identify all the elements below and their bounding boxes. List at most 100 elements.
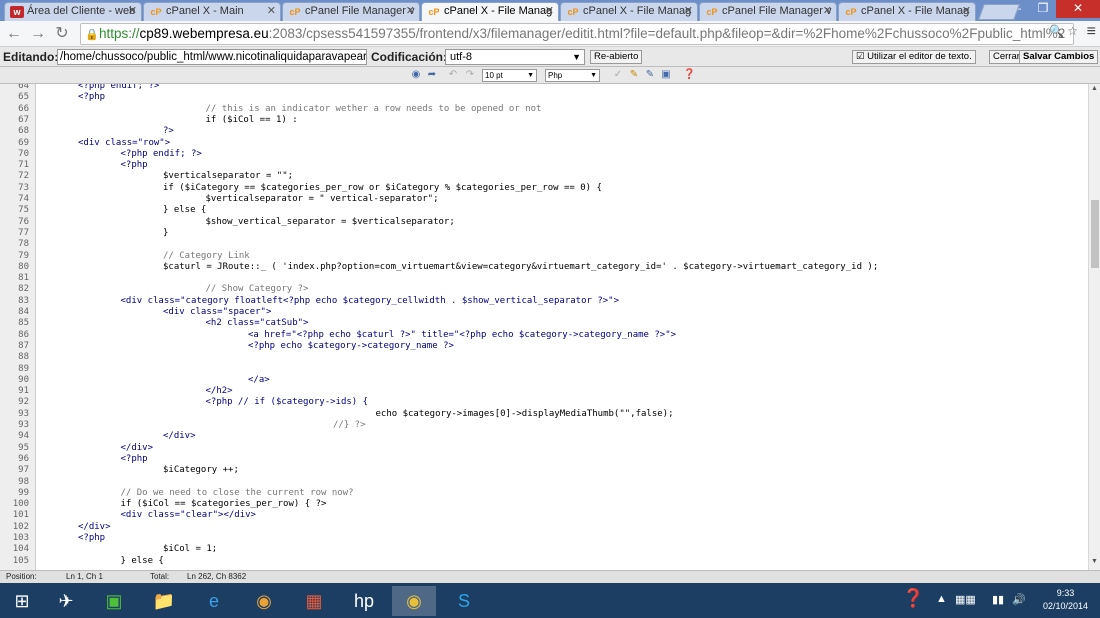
close-tab-icon[interactable]: ✕ xyxy=(823,3,832,20)
browser-tab[interactable]: cP cPanel X - Main ✕ xyxy=(143,2,281,21)
clock[interactable]: 9:33 02/10/2014 xyxy=(1043,587,1088,613)
skype-icon[interactable]: S xyxy=(442,586,486,616)
browser-tab[interactable]: cP cPanel File Manager v ✕ xyxy=(699,2,837,21)
goto-icon[interactable]: ➦ xyxy=(426,69,438,81)
code-line[interactable]: 86 <a href="<?php echo $caturl ?>" title=… xyxy=(0,330,1088,341)
rocket-app-icon[interactable]: ✈ xyxy=(44,586,88,616)
code-line[interactable]: 83 <div class="category floatleft<?php ec… xyxy=(0,296,1088,307)
code-line[interactable]: 87 <?php echo $category->category_name ?> xyxy=(0,341,1088,352)
close-tab-icon[interactable]: ✕ xyxy=(684,3,693,20)
vertical-scrollbar[interactable]: ▲ ▼ xyxy=(1088,84,1100,570)
reopen-button[interactable]: Re-abierto xyxy=(590,50,643,64)
code-line[interactable]: 97 $iCategory ++; xyxy=(0,465,1088,476)
code-line[interactable]: 101 <div class="clear"></div> xyxy=(0,510,1088,521)
code-line[interactable]: 67 if ($iCol == 1) : xyxy=(0,115,1088,126)
scroll-up-icon[interactable]: ▲ xyxy=(1089,85,1100,92)
code-line[interactable]: 102 </div> xyxy=(0,522,1088,533)
code-line[interactable]: 81 xyxy=(0,273,1088,284)
code-line[interactable]: 75} else { xyxy=(0,205,1088,216)
code-line[interactable]: 80 $caturl = JRoute::_ ( 'index.php?optio… xyxy=(0,262,1088,273)
save-button[interactable]: Salvar Cambios xyxy=(1019,50,1099,64)
file-explorer-icon[interactable]: 📁 xyxy=(142,586,186,616)
browser-tab[interactable]: w Área del Cliente - web ✕ xyxy=(4,2,142,21)
file-path-field[interactable]: /home/chussoco/public_html/www.nicotinal… xyxy=(57,49,367,65)
back-icon[interactable]: ← xyxy=(4,24,24,44)
encoding-select[interactable]: utf-8 ▼ xyxy=(445,49,585,65)
syntax-select[interactable]: Php ▼ xyxy=(545,69,600,82)
help-tray-icon[interactable]: ❓ xyxy=(902,588,924,609)
highlight-icon[interactable]: ✓ xyxy=(612,69,624,81)
code-line[interactable]: 66 // this is an indicator wether a row n… xyxy=(0,104,1088,115)
internet-explorer-icon[interactable]: e xyxy=(192,586,236,616)
code-line[interactable]: 79 // Category Link xyxy=(0,251,1088,262)
code-line[interactable]: 77} xyxy=(0,228,1088,239)
code-line[interactable]: 64 <?php endif; ?> xyxy=(0,84,1088,92)
close-tab-icon[interactable]: ✕ xyxy=(545,3,554,20)
code-line[interactable]: 88 xyxy=(0,352,1088,363)
maximize-icon[interactable]: ❐ xyxy=(1030,0,1056,18)
close-tab-icon[interactable]: ✕ xyxy=(267,3,276,20)
code-line[interactable]: 105} else { xyxy=(0,556,1088,567)
scrollbar-thumb[interactable] xyxy=(1091,200,1099,268)
font-size-select[interactable]: 10 pt ▼ xyxy=(482,69,537,82)
code-line[interactable]: 72 $verticalseparator = ""; xyxy=(0,171,1088,182)
code-line[interactable]: 74 $verticalseparator = " vertical-separa… xyxy=(0,194,1088,205)
close-tab-icon[interactable]: ✕ xyxy=(962,3,971,20)
chevron-up-icon[interactable]: ▲ xyxy=(936,593,947,605)
media-app-icon[interactable]: ◉ xyxy=(242,586,286,616)
code-line[interactable]: 73 if ($iCategory == $categories_per_row … xyxy=(0,183,1088,194)
use-text-editor-button[interactable]: ☑ Utilizar el editor de texto. xyxy=(852,50,976,64)
hp-icon[interactable]: hp xyxy=(342,586,386,616)
code-line[interactable]: 100 if ($iCol == $categories_per_row) { ?… xyxy=(0,499,1088,510)
network-icon[interactable]: ▮▮ xyxy=(992,593,1004,606)
volume-icon[interactable]: 🔊 xyxy=(1012,593,1026,606)
reload-icon[interactable]: ↻ xyxy=(52,24,72,44)
tray-apps-icon[interactable]: ▦▦ xyxy=(955,593,976,606)
search-icon[interactable]: 🔍 ☆ xyxy=(1049,24,1078,38)
scroll-down-icon[interactable]: ▼ xyxy=(1089,558,1100,565)
chrome-icon[interactable]: ◉ xyxy=(392,586,436,616)
code-line[interactable]: 94 </div> xyxy=(0,431,1088,442)
code-line[interactable]: 70 <?php endif; ?> xyxy=(0,149,1088,160)
code-line[interactable]: 92 <?php // if ($category->ids) { xyxy=(0,397,1088,408)
code-line[interactable]: 78 xyxy=(0,239,1088,250)
menu-icon[interactable]: ≡ xyxy=(1087,23,1096,41)
code-line[interactable]: 98 xyxy=(0,477,1088,488)
close-tab-icon[interactable]: ✕ xyxy=(406,3,415,20)
store-icon[interactable]: ▣ xyxy=(92,586,136,616)
code-line[interactable]: 95 </div> xyxy=(0,443,1088,454)
code-line[interactable]: 91 </h2> xyxy=(0,386,1088,397)
puzzle-app-icon[interactable]: ▦ xyxy=(292,586,336,616)
code-line[interactable]: 99 // Do we need to close the current row… xyxy=(0,488,1088,499)
code-line[interactable]: 93 //} ?> xyxy=(0,420,1088,431)
browser-tab[interactable]: cP cPanel X - File Manag ✕ xyxy=(838,2,976,21)
code-line[interactable]: 82 // Show Category ?> xyxy=(0,284,1088,295)
code-editor[interactable]: 64 <?php endif; ?> 65 <?php 66 // this is an … xyxy=(0,84,1088,570)
code-line[interactable]: 76 $show_vertical_separator = $verticalse… xyxy=(0,217,1088,228)
pencil-icon[interactable]: ✎ xyxy=(628,69,640,81)
reset-icon[interactable]: ✎ xyxy=(644,69,656,81)
code-line[interactable]: 85 <h2 class="catSub"> xyxy=(0,318,1088,329)
code-line[interactable]: 96 <?php xyxy=(0,454,1088,465)
browser-tab[interactable]: cP cPanel File Manager v ✕ xyxy=(282,2,420,21)
code-line[interactable]: 93 echo $category->images[0]->displayMedi… xyxy=(0,409,1088,420)
fullscreen-icon[interactable]: ▣ xyxy=(660,69,672,81)
code-line[interactable]: 104 $iCol = 1; xyxy=(0,544,1088,555)
browser-tab[interactable]: cP cPanel X - File Manag ✕ xyxy=(421,2,559,21)
code-line[interactable]: 103 <?php xyxy=(0,533,1088,544)
new-tab-button[interactable] xyxy=(978,4,1020,20)
url-input[interactable]: 🔒 https://cp89.webempresa.eu:2083/cpsess5… xyxy=(80,23,1074,45)
help-icon[interactable]: ❓ xyxy=(683,69,695,81)
binoculars-icon[interactable]: ◉ xyxy=(410,69,422,81)
redo-icon[interactable]: ↷ xyxy=(464,69,476,81)
undo-icon[interactable]: ↶ xyxy=(447,69,459,81)
code-line[interactable]: 71 <?php xyxy=(0,160,1088,171)
close-tab-icon[interactable]: ✕ xyxy=(128,3,137,20)
code-line[interactable]: 65 <?php xyxy=(0,92,1088,103)
windows-start-icon[interactable]: ⊞ xyxy=(0,586,44,616)
code-line[interactable]: 89 xyxy=(0,364,1088,375)
forward-icon[interactable]: → xyxy=(28,24,48,44)
code-line[interactable]: 68 ?> xyxy=(0,126,1088,137)
close-window-icon[interactable]: ✕ xyxy=(1056,0,1100,18)
code-line[interactable]: 84 <div class="spacer"> xyxy=(0,307,1088,318)
